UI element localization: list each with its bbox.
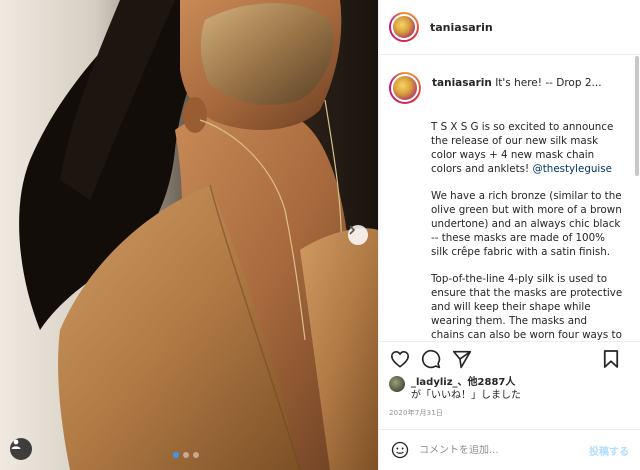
post-comment-button[interactable]: 投稿する [589, 443, 629, 458]
post-sidebar: taniasarin taniasarin It's here! -- Drop… [378, 0, 640, 470]
user-tag-icon [11, 439, 21, 449]
bookmark-icon [603, 350, 619, 368]
smiley-icon[interactable] [391, 441, 409, 459]
post-header: taniasarin [379, 0, 640, 55]
likes-summary[interactable]: _ladyliz_、他2887人 が「いいね！」しました [379, 376, 640, 402]
avatar-image [391, 74, 419, 102]
comment-input[interactable] [419, 444, 589, 456]
paper-plane-icon [452, 350, 472, 368]
share-button[interactable] [451, 348, 473, 370]
post-date[interactable]: 2020年7月31日 [379, 408, 640, 418]
caption-paragraph: We have a rich bronze (similar to the ol… [431, 190, 622, 258]
likes-line1[interactable]: _ladyliz_、他2887人 [411, 377, 515, 388]
carousel-dot [193, 452, 199, 458]
liker-avatar [389, 376, 405, 392]
post-media[interactable] [0, 0, 378, 470]
caption-title-line: taniasarin It's here! -- Drop 2... [432, 76, 602, 90]
caption-paragraph: T S X S G is so excited to announce the … [431, 120, 623, 176]
user-tag-button[interactable] [10, 438, 32, 460]
carousel-indicator [173, 452, 199, 458]
likes-line2: が「いいね！」しました [411, 390, 521, 401]
carousel-next-button[interactable] [348, 225, 368, 245]
header-username[interactable]: taniasarin [430, 21, 493, 34]
heart-icon [391, 350, 409, 368]
mention-link[interactable]: @thestyleguise [532, 163, 612, 175]
comment-icon [421, 349, 441, 369]
caption-section: taniasarin It's here! -- Drop 2... T S X… [379, 56, 640, 341]
post-actions: _ladyliz_、他2887人 が「いいね！」しました 2020年7月31日 [379, 341, 640, 429]
carousel-dot [183, 452, 189, 458]
comment-button[interactable] [420, 348, 442, 370]
save-button[interactable] [600, 348, 622, 370]
caption-username[interactable]: taniasarin [432, 77, 492, 89]
avatar[interactable] [389, 12, 419, 42]
likes-text: _ladyliz_、他2887人 が「いいね！」しました [411, 376, 521, 402]
caption-body: T S X S G is so excited to announce the … [379, 120, 640, 341]
carousel-dot [173, 452, 179, 458]
caption-title: It's here! -- Drop 2... [495, 77, 602, 89]
caption-avatar[interactable] [389, 72, 421, 104]
avatar-image [391, 14, 417, 40]
caption-paragraph: Top-of-the-line 4-ply silk is used to en… [431, 273, 623, 341]
action-icons [379, 342, 640, 376]
caption-header: taniasarin It's here! -- Drop 2... [379, 56, 640, 104]
comment-form: 投稿する [379, 429, 640, 470]
post-photo [0, 0, 378, 470]
caption-scrollbar[interactable] [635, 56, 639, 176]
chevron-right-icon [349, 225, 356, 235]
like-button[interactable] [389, 348, 411, 370]
